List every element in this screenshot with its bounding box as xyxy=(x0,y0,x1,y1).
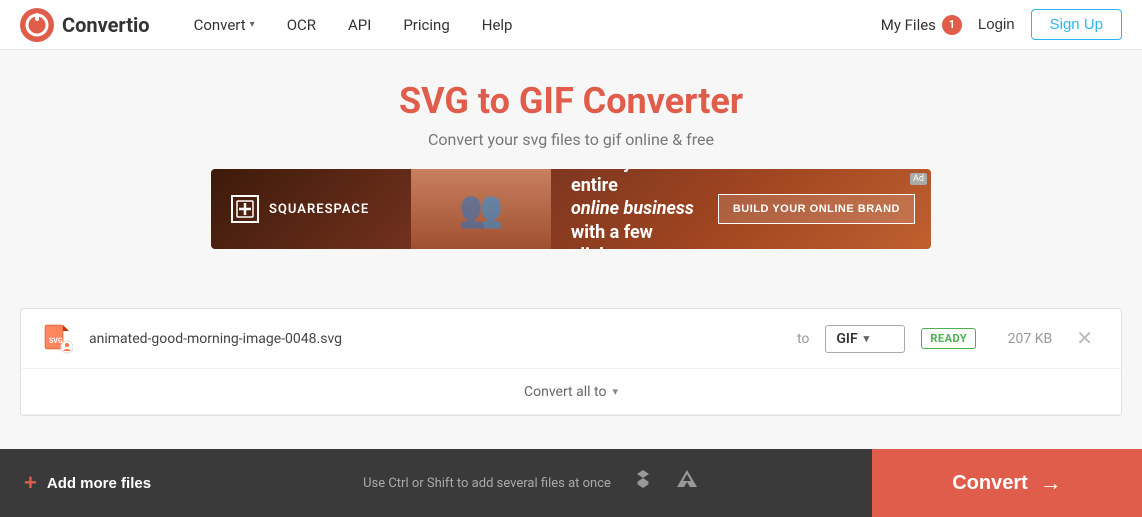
ad-text: Brand your entire online business with a… xyxy=(551,169,718,249)
ad-banner: SQUARESPACE 👥 Brand your entire online b… xyxy=(211,169,931,249)
my-files-label: My Files xyxy=(881,16,936,34)
convert-arrow-icon: → xyxy=(1040,470,1062,496)
remove-file-button[interactable]: ✕ xyxy=(1068,325,1101,353)
my-files-button[interactable]: My Files 1 xyxy=(881,15,962,35)
nav-api[interactable]: API xyxy=(334,10,385,40)
dropbox-icon[interactable] xyxy=(631,468,655,498)
file-icon: SVG xyxy=(41,323,73,355)
signup-button[interactable]: Sign Up xyxy=(1031,9,1122,40)
login-button[interactable]: Login xyxy=(978,16,1015,33)
convert-label: Convert xyxy=(952,472,1028,495)
logo-text: Convertio xyxy=(62,13,150,37)
header-right: My Files 1 Login Sign Up xyxy=(881,9,1122,40)
files-badge: 1 xyxy=(942,15,962,35)
file-row: SVG animated-good-morning-image-0048.svg… xyxy=(21,309,1121,369)
ad-cta-button[interactable]: BUILD YOUR ONLINE BRAND xyxy=(718,194,915,224)
nav-convert[interactable]: Convert ▾ xyxy=(180,10,269,40)
squarespace-logo-icon xyxy=(231,195,259,223)
header: Convertio Convert ▾ OCR API Pricing Help… xyxy=(0,0,1142,50)
nav-pricing[interactable]: Pricing xyxy=(389,10,463,40)
drop-hint-area: Use Ctrl or Shift to add several files a… xyxy=(190,449,872,517)
nav: Convert ▾ OCR API Pricing Help xyxy=(180,10,881,40)
ad-headline: Brand your entire online business with a… xyxy=(571,169,698,249)
page-subtitle: Convert your svg files to gif online & f… xyxy=(20,130,1122,149)
file-name: animated-good-morning-image-0048.svg xyxy=(89,331,781,347)
drop-hint-text: Use Ctrl or Shift to add several files a… xyxy=(363,476,611,491)
format-chevron-icon: ▾ xyxy=(864,332,870,345)
bottom-bar: + Add more files Use Ctrl or Shift to ad… xyxy=(0,449,1142,517)
converter-panel: SVG animated-good-morning-image-0048.svg… xyxy=(20,308,1122,416)
ad-brand: SQUARESPACE xyxy=(211,195,411,223)
squarespace-name: SQUARESPACE xyxy=(269,202,369,217)
nav-ocr[interactable]: OCR xyxy=(273,10,330,40)
status-badge: READY xyxy=(921,328,976,349)
ad-label: Ad xyxy=(910,173,927,185)
plus-icon: + xyxy=(24,472,37,494)
convert-all-row: Convert all to ▾ xyxy=(21,369,1121,415)
ad-image: 👥 xyxy=(411,169,551,249)
logo[interactable]: Convertio xyxy=(20,8,150,42)
ad-people-icon: 👥 xyxy=(459,188,504,230)
main-content: SVG to GIF Converter Convert your svg fi… xyxy=(0,50,1142,249)
file-size: 207 KB xyxy=(992,331,1052,347)
format-select[interactable]: GIF GIF PNG JPG MP4 ▾ xyxy=(825,325,905,353)
chevron-down-icon: ▾ xyxy=(250,19,255,30)
convert-all-chevron-icon[interactable]: ▾ xyxy=(612,385,618,398)
svg-text:SVG: SVG xyxy=(49,337,63,345)
add-files-label: Add more files xyxy=(47,475,151,492)
add-files-button[interactable]: + Add more files xyxy=(0,449,190,517)
nav-help[interactable]: Help xyxy=(468,10,527,40)
convert-button[interactable]: Convert → xyxy=(872,449,1142,517)
google-drive-icon[interactable] xyxy=(675,468,699,498)
page-title: SVG to GIF Converter xyxy=(20,80,1122,122)
logo-icon xyxy=(20,8,54,42)
convert-all-label: Convert all to xyxy=(524,384,606,400)
to-label: to xyxy=(797,331,809,347)
format-value: GIF xyxy=(836,331,857,347)
